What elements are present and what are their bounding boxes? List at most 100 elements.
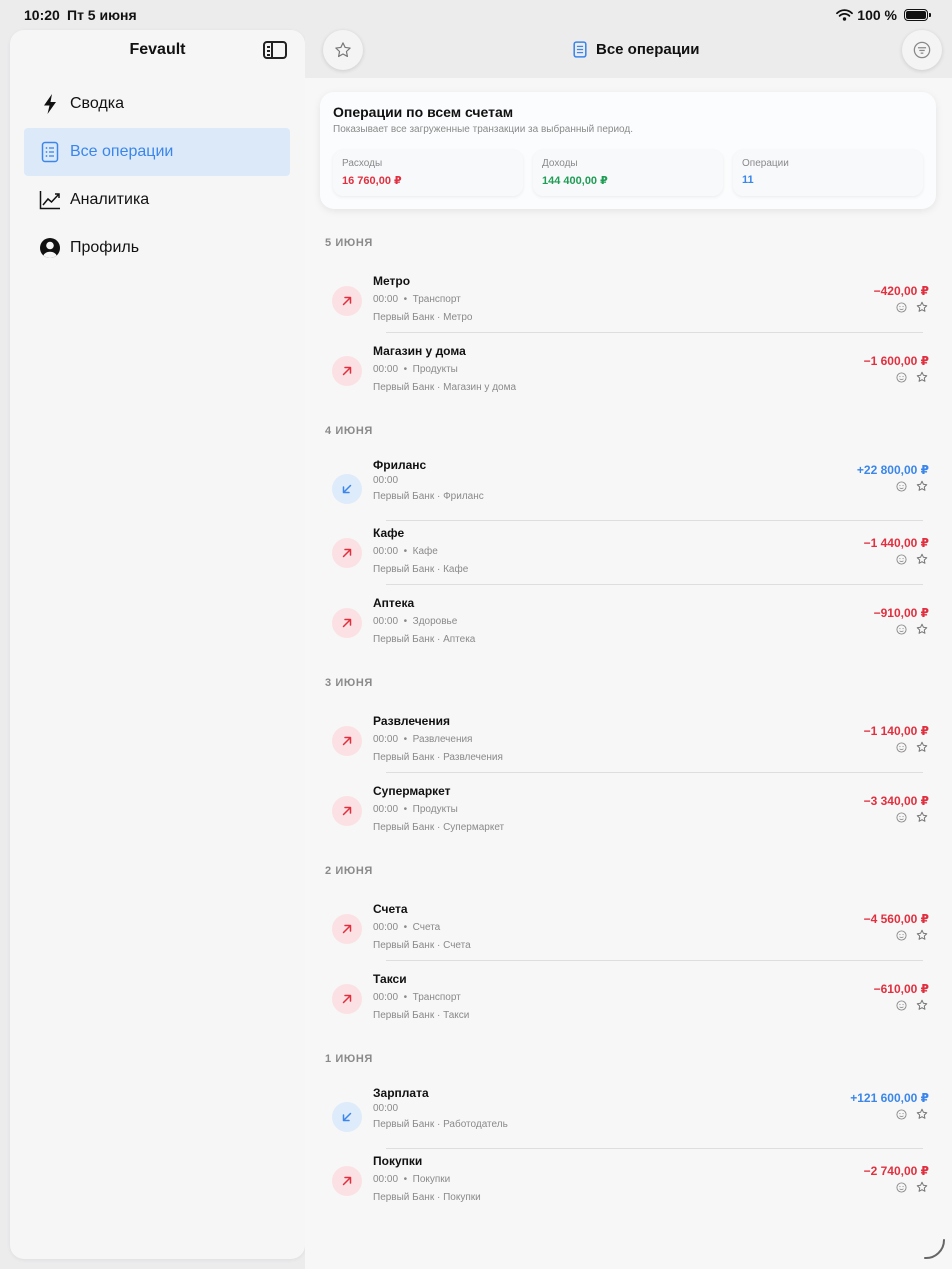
transaction-row[interactable]: Такси 00:00 • Транспорт Первый Банк · Такс… [320,964,936,1034]
transaction-category: Продукты [412,804,458,815]
document-list-icon [39,141,61,163]
star-icon[interactable] [916,480,928,492]
status-time: 10:20 [24,7,60,23]
transaction-source: Первый Банк · Аптека [373,634,476,645]
star-icon[interactable] [916,1181,928,1193]
stat-income: Доходы 144 400,00 ₽ [533,150,723,196]
transaction-category: Транспорт [412,992,461,1003]
sidebar-toggle-icon[interactable] [263,41,287,59]
emoji-icon[interactable] [896,553,907,565]
star-icon[interactable] [916,999,928,1011]
star-icon[interactable] [916,623,928,635]
transaction-row[interactable]: Фриланс 00:00 Первый Банк · Фриланс +22 800… [320,454,936,524]
emoji-icon[interactable] [896,371,907,383]
transaction-name: Метро [373,274,411,288]
transaction-actions [896,1108,928,1120]
transaction-source: Первый Банк · Супермаркет [373,822,505,833]
transaction-row[interactable]: Супермаркет 00:00 • Продукты Первый Банк ·… [320,776,936,846]
status-date: Пт 5 июня [67,7,137,23]
emoji-icon[interactable] [896,929,907,941]
arrow-down-left-icon [332,474,362,504]
transaction-source: Первый Банк · Магазин у дома [373,382,517,393]
date-header: 3 ИЮНЯ [325,677,373,689]
filter-icon [913,41,931,59]
emoji-icon[interactable] [896,623,907,635]
page-title-text: Все операции [596,41,700,58]
transaction-category: Покупки [412,1174,451,1185]
transaction-meta: 00:00 • Развлечения [373,734,472,745]
star-icon[interactable] [916,741,928,753]
emoji-icon[interactable] [896,480,907,492]
transaction-row[interactable]: Магазин у дома 00:00 • Продукты Первый Бан… [320,336,936,406]
emoji-icon[interactable] [896,1181,907,1193]
transaction-amount: −1 140,00 ₽ [863,724,929,738]
transaction-name: Аптека [373,596,415,610]
main-content: Все операции Операции по всем счетам Пок… [305,30,952,1269]
filter-button[interactable] [902,30,942,70]
sidebar-item-label: Сводка [70,95,125,112]
star-icon[interactable] [916,371,928,383]
sidebar-item-analytics[interactable]: Аналитика [24,176,290,224]
stat-label: Расходы [342,158,383,169]
transaction-row[interactable]: Покупки 00:00 • Покупки Первый Банк · Поку… [320,1146,936,1216]
favorites-button[interactable] [323,30,363,70]
sidebar-item-all-operations[interactable]: Все операции [24,128,290,176]
emoji-icon[interactable] [896,1108,907,1120]
transaction-amount: −910,00 ₽ [873,606,929,620]
transaction-name: Счета [373,902,408,916]
transaction-row[interactable]: Зарплата 00:00 Первый Банк · Работодатель +… [320,1082,936,1152]
separator-dot: • [398,364,413,375]
star-icon[interactable] [916,301,928,313]
emoji-icon[interactable] [896,811,907,823]
transaction-time: 00:00 [373,616,399,627]
transaction-category: Здоровье [412,616,458,627]
star-icon[interactable] [916,1108,928,1120]
transaction-name: Развлечения [373,714,450,728]
transaction-row[interactable]: Метро 00:00 • Транспорт Первый Банк · Метр… [320,266,936,336]
separator-dot: • [398,546,413,557]
transaction-actions [896,553,928,565]
row-divider [386,584,923,585]
star-icon[interactable] [916,553,928,565]
transaction-actions [896,623,928,635]
summary-title: Операции по всем счетам [333,104,514,120]
separator-dot: • [398,294,413,305]
transaction-actions [896,999,928,1011]
transaction-actions [896,301,928,313]
document-list-icon [573,41,587,58]
transaction-actions [896,741,928,753]
separator-dot: • [398,616,413,627]
row-divider [386,332,923,333]
date-header: 5 ИЮНЯ [325,237,373,249]
arrow-up-right-icon [332,726,362,756]
transaction-source: Первый Банк · Фриланс [373,491,484,502]
separator-dot: • [398,992,413,1003]
transaction-row[interactable]: Кафе 00:00 • Кафе Первый Банк · Кафе −1 440… [320,518,936,588]
transaction-row[interactable]: Счета 00:00 • Счета Первый Банк · Счета −4 … [320,894,936,964]
arrow-up-right-icon [332,914,362,944]
transaction-meta: 00:00 • Покупки [373,1174,450,1185]
transaction-amount: +22 800,00 ₽ [856,463,929,477]
loading-spinner-icon [924,1239,946,1260]
sidebar-item-summary[interactable]: Сводка [24,80,290,128]
transaction-row[interactable]: Аптека 00:00 • Здоровье Первый Банк · Апте… [320,588,936,658]
sidebar-item-profile[interactable]: Профиль [24,224,290,272]
separator-dot: • [398,734,413,745]
emoji-icon[interactable] [896,301,907,313]
stat-value: 16 760,00 ₽ [342,175,402,187]
arrow-up-right-icon [332,538,362,568]
arrow-up-right-icon [332,356,362,386]
app-title: Fevault [129,41,186,58]
date-header: 4 ИЮНЯ [325,425,373,437]
transaction-actions [896,1181,928,1193]
emoji-icon[interactable] [896,999,907,1011]
star-icon[interactable] [916,811,928,823]
transaction-category: Развлечения [412,734,473,745]
transaction-category: Транспорт [412,294,461,305]
transaction-row[interactable]: Развлечения 00:00 • Развлечения Первый Бан… [320,706,936,776]
emoji-icon[interactable] [896,741,907,753]
star-icon[interactable] [916,929,928,941]
transaction-name: Покупки [373,1154,423,1168]
status-bar: 10:20 Пт 5 июня 100 % [0,0,952,30]
stat-expenses: Расходы 16 760,00 ₽ [333,150,523,196]
